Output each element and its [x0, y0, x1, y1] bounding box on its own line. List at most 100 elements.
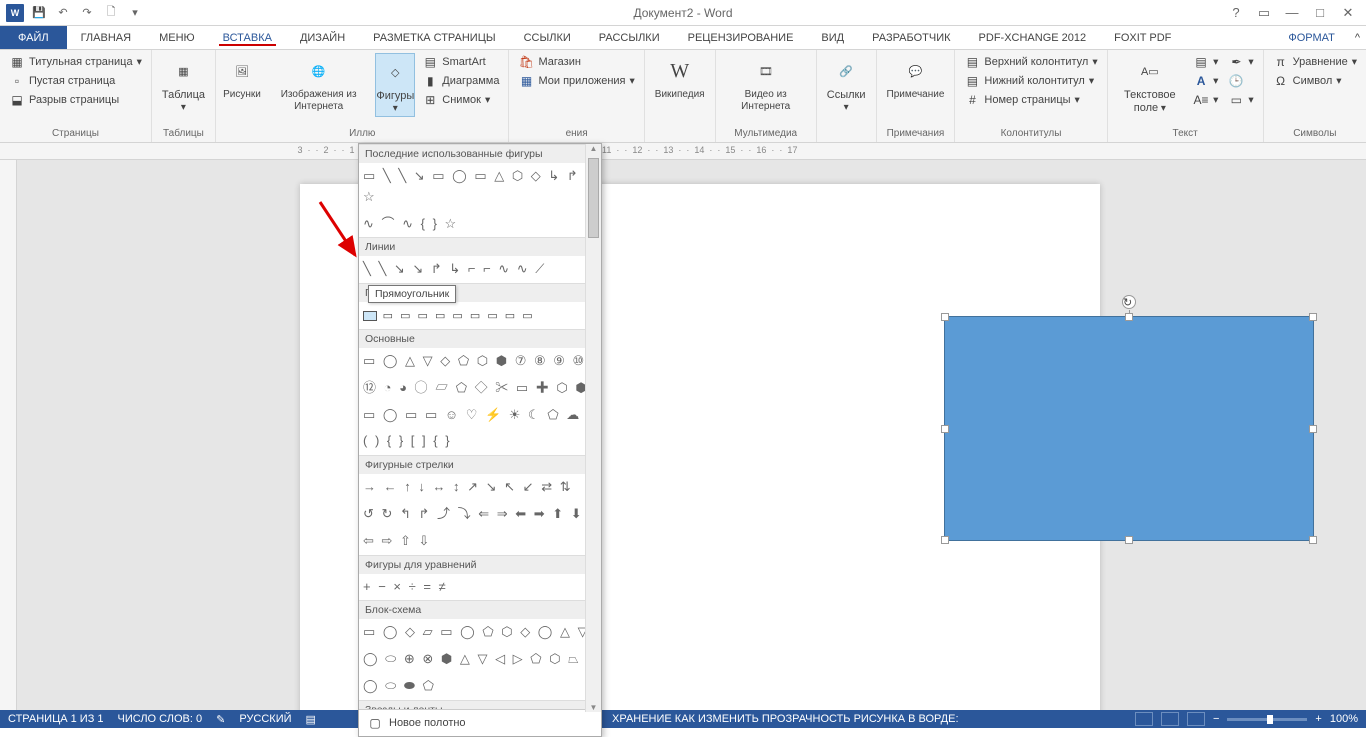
gallery-flow-3[interactable]: ◯ ⬭ ⬬ ⬠ — [359, 673, 601, 700]
equation-button[interactable]: πУравнение ▾ — [1270, 53, 1360, 71]
maximize-button[interactable]: □ — [1310, 3, 1330, 23]
wikipedia-button[interactable]: WВикипедия — [651, 53, 709, 103]
view-print-button[interactable] — [1161, 712, 1179, 726]
gallery-flow-1[interactable]: ▭ ◯ ◇ ▱ ▭ ◯ ⬠ ⬡ ◇ ◯ △ ▽ — [359, 619, 601, 646]
ribbon-options-button[interactable]: ▭ — [1254, 3, 1274, 23]
group-label: ения — [515, 126, 637, 142]
tab-foxit[interactable]: Foxit PDF — [1100, 26, 1185, 49]
object-button[interactable]: ▭▾ — [1225, 91, 1256, 109]
collapse-ribbon-icon[interactable]: ^ — [1349, 26, 1366, 49]
dropcap-button[interactable]: A≡▾ — [1190, 91, 1221, 109]
gallery-flow-2[interactable]: ◯ ⬭ ⊕ ⊗ ⬢ △ ▽ ◁ ▷ ⬠ ⬡ ⏢ — [359, 646, 601, 673]
blank-page-button[interactable]: ▫Пустая страница — [6, 72, 145, 90]
tab-home[interactable]: ГЛАВНАЯ — [67, 26, 145, 49]
status-track-icon[interactable]: ▤ — [306, 713, 316, 726]
status-language[interactable]: РУССКИЙ — [239, 713, 291, 725]
my-apps-button[interactable]: ▦Мои приложения ▾ — [515, 72, 637, 90]
tab-developer[interactable]: РАЗРАБОТЧИК — [858, 26, 964, 49]
datetime-button[interactable]: 🕒 — [1225, 72, 1256, 90]
help-button[interactable]: ? — [1226, 3, 1246, 23]
tab-mailings[interactable]: РАССЫЛКИ — [585, 26, 674, 49]
save-button[interactable]: 💾 — [28, 2, 50, 24]
shapes-button[interactable]: ◇Фигуры▾ — [375, 53, 415, 117]
page-number-button[interactable]: #Номер страницы ▾ — [961, 91, 1100, 109]
status-word-count[interactable]: ЧИСЛО СЛОВ: 0 — [118, 713, 203, 725]
rect-glyphs[interactable]: ▭ ▭ ▭ ▭ ▭ ▭ ▭ ▭ ▭ — [383, 310, 535, 322]
selected-rectangle-shape[interactable]: ↻ — [944, 316, 1314, 541]
online-pictures-button[interactable]: 🌐Изображения из Интернета — [266, 53, 371, 114]
tab-insert[interactable]: ВСТАВКА — [209, 26, 286, 49]
gallery-arrows-1[interactable]: → ← ↑ ↓ ↔ ↕ ↗ ↘ ↖ ↙ ⇄ ⇅ — [359, 474, 601, 501]
redo-button[interactable]: ↷ — [76, 2, 98, 24]
horizontal-ruler[interactable]: 3 · · 2 · · 1 6 · · 7 · · 8 · · 9 · · 10… — [0, 143, 1366, 160]
zoom-in-button[interactable]: + — [1315, 713, 1321, 725]
table-button[interactable]: ▦ Таблица▾ — [158, 53, 209, 115]
rectangle-shape-hover[interactable] — [363, 311, 377, 321]
resize-handle-sw[interactable] — [941, 536, 949, 544]
gallery-basic-3[interactable]: ▭ ◯ ▭ ▭ ☺ ♡ ⚡ ☀ ☾ ⬠ ☁ — [359, 402, 601, 429]
tab-menu[interactable]: Меню — [145, 26, 209, 49]
zoom-out-button[interactable]: − — [1213, 713, 1219, 725]
quick-parts-button[interactable]: ▤▾ — [1190, 53, 1221, 71]
store-button[interactable]: 🛍Магазин — [515, 53, 637, 71]
resize-handle-nw[interactable] — [941, 313, 949, 321]
tab-pdf-xchange[interactable]: PDF-XChange 2012 — [965, 26, 1101, 49]
header-button[interactable]: ▤Верхний колонтитул ▾ — [961, 53, 1100, 71]
gallery-recent-shapes-2[interactable]: ∿ ⌒ ∿ { } ☆ — [359, 211, 601, 238]
status-page[interactable]: СТРАНИЦА 1 ИЗ 1 — [8, 713, 104, 725]
gallery-equation[interactable]: + − × ÷ = ≠ — [359, 574, 601, 601]
gallery-basic-4[interactable]: ( ) { } [ ] { } — [359, 428, 601, 455]
symbol-button[interactable]: ΩСимвол ▾ — [1270, 72, 1360, 90]
resize-handle-se[interactable] — [1309, 536, 1317, 544]
status-proofing-icon[interactable]: ✎ — [216, 713, 225, 726]
qat-customize-icon[interactable]: ▾ — [124, 2, 146, 24]
zoom-level[interactable]: 100% — [1330, 713, 1358, 725]
tab-layout[interactable]: РАЗМЕТКА СТРАНИЦЫ — [359, 26, 509, 49]
gallery-recent-shapes[interactable]: ▭ ╲ ╲ ↘ ▭ ◯ ▭ △ ⬡ ◇ ↳ ↱ ☆ — [359, 163, 601, 211]
tab-view[interactable]: ВИД — [807, 26, 858, 49]
tab-design[interactable]: ДИЗАЙН — [286, 26, 359, 49]
pictures-button[interactable]: 🖼Рисунки — [222, 53, 262, 103]
footer-button[interactable]: ▤Нижний колонтитул ▾ — [961, 72, 1100, 90]
page-break-button[interactable]: ⬓Разрыв страницы — [6, 91, 145, 109]
rotate-handle[interactable]: ↻ — [1122, 295, 1136, 309]
minimize-button[interactable]: — — [1282, 3, 1302, 23]
gallery-lines[interactable]: ╲ ╲ ↘ ↘ ↱ ↳ ⌐ ⌐ ∿ ∿ ⟋ — [359, 256, 601, 283]
tab-format[interactable]: ФОРМАТ — [1274, 26, 1349, 49]
gallery-scrollbar[interactable]: ▲ ▼ — [585, 144, 601, 712]
signature-button[interactable]: ✒▾ — [1225, 53, 1256, 71]
new-doc-button[interactable]: 🗋 — [100, 2, 122, 24]
resize-handle-n[interactable] — [1125, 313, 1133, 321]
tab-references[interactable]: ССЫЛКИ — [510, 26, 585, 49]
resize-handle-ne[interactable] — [1309, 313, 1317, 321]
tab-file[interactable]: ФАЙЛ — [0, 26, 67, 49]
close-button[interactable]: ✕ — [1338, 3, 1358, 23]
view-read-button[interactable] — [1135, 712, 1153, 726]
resize-handle-s[interactable] — [1125, 536, 1133, 544]
comment-button[interactable]: 💬Примечание — [883, 53, 949, 103]
screenshot-button[interactable]: ⊞Снимок ▾ — [419, 91, 502, 109]
gallery-arrows-2[interactable]: ↺ ↻ ↰ ↱ ⤴ ⤵ ⇐ ⇒ ⬅ ➡ ⬆ ⬇ — [359, 501, 601, 528]
tab-review[interactable]: РЕЦЕНЗИРОВАНИЕ — [674, 26, 808, 49]
gallery-basic-2[interactable]: ⑫ ◔ ◕ ◯ ▱ ⬠ ◇ ✂ ▭ ✚ ⬡ ⬢ — [359, 375, 601, 402]
gallery-arrows-3[interactable]: ⇦ ⇨ ⇧ ⇩ — [359, 528, 601, 555]
resize-handle-e[interactable] — [1309, 425, 1317, 433]
scrollbar-thumb[interactable] — [588, 158, 599, 238]
gallery-rectangles[interactable]: ▭ ▭ ▭ ▭ ▭ ▭ ▭ ▭ ▭ — [359, 302, 601, 329]
vertical-ruler[interactable] — [0, 160, 17, 710]
gallery-basic-1[interactable]: ▭ ◯ △ ▽ ◇ ⬠ ⬡ ⬢ ⑦ ⑧ ⑨ ⑩ — [359, 348, 601, 375]
document-canvas[interactable]: ↻ — [17, 160, 1366, 710]
wordart-button[interactable]: A▾ — [1190, 72, 1221, 90]
smartart-button[interactable]: ▤SmartArt — [419, 53, 502, 71]
resize-handle-w[interactable] — [941, 425, 949, 433]
app-icon[interactable]: W — [4, 2, 26, 24]
online-video-button[interactable]: 🎞Видео из Интернета — [722, 53, 810, 114]
textbox-button[interactable]: A▭Текстовое поле ▾ — [1114, 53, 1186, 116]
links-button[interactable]: 🔗Ссылки▾ — [823, 53, 870, 115]
zoom-slider[interactable] — [1227, 718, 1307, 721]
view-web-button[interactable] — [1187, 712, 1205, 726]
undo-button[interactable]: ↶ — [52, 2, 74, 24]
chart-button[interactable]: ▮Диаграмма — [419, 72, 502, 90]
cover-page-button[interactable]: ▦Титульная страница ▾ — [6, 53, 145, 71]
new-canvas-button[interactable]: ▢ Новое полотно — [359, 709, 601, 736]
